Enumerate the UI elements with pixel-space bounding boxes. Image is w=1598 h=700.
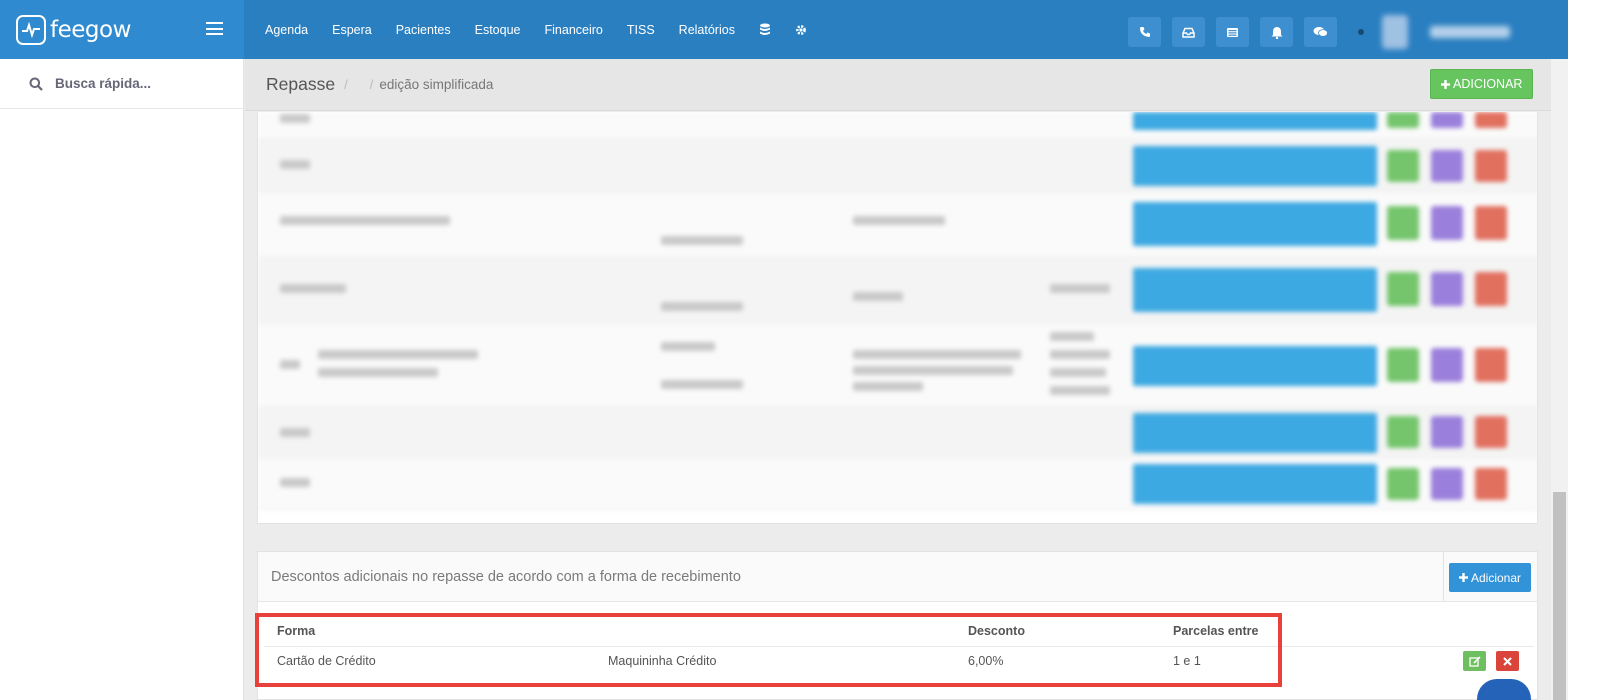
menu-toggle-icon[interactable] <box>206 22 223 35</box>
status-dot <box>1358 29 1364 35</box>
list-icon[interactable] <box>1216 17 1249 47</box>
column-header-forma: Forma <box>277 624 316 638</box>
plus-icon <box>1459 573 1468 582</box>
logo-pulse-icon <box>16 14 46 45</box>
nav-relatorios[interactable]: Relatórios <box>679 23 735 37</box>
nav-agenda[interactable]: Agenda <box>265 23 308 37</box>
page-title: Repasse <box>266 74 336 94</box>
scrollbar-thumb[interactable] <box>1553 492 1566 700</box>
quick-search[interactable]: Busca rápida... <box>0 59 243 109</box>
nav-espera[interactable]: Espera <box>332 23 372 37</box>
column-header-parcelas: Parcelas entre <box>1173 624 1259 638</box>
table-row <box>258 258 1537 324</box>
nav-financeiro[interactable]: Financeiro <box>545 23 603 37</box>
table-row <box>258 324 1537 408</box>
edit-row-button[interactable] <box>1463 651 1486 671</box>
add-desconto-label: Adicionar <box>1471 570 1522 585</box>
chat-widget-button[interactable] <box>1477 679 1531 700</box>
brand-name: feegow <box>50 16 131 43</box>
row-desconto: 6,00% <box>968 654 1004 668</box>
bell-icon[interactable] <box>1260 17 1293 47</box>
inbox-icon[interactable] <box>1172 17 1205 47</box>
row-parcelas: 1 e 1 <box>1173 654 1201 668</box>
table-row <box>258 408 1537 458</box>
add-desconto-button[interactable]: Adicionar <box>1449 563 1532 592</box>
descontos-panel-header: Descontos adicionais no repasse de acord… <box>258 552 1537 602</box>
table-row <box>258 192 1537 258</box>
search-icon <box>29 77 43 91</box>
chat-icon[interactable] <box>1304 17 1337 47</box>
breadcrumb-separator: / <box>344 77 348 92</box>
close-icon <box>1503 656 1512 666</box>
table-row <box>258 140 1537 192</box>
user-menu[interactable] <box>1382 14 1527 50</box>
edit-icon <box>1468 655 1481 667</box>
phone-icon[interactable] <box>1128 17 1161 47</box>
add-button-label: ADICIONAR <box>1453 77 1523 91</box>
column-header-desconto: Desconto <box>968 624 1025 638</box>
database-icon[interactable] <box>759 23 771 36</box>
top-actions <box>1128 14 1527 50</box>
table-row <box>258 112 1537 140</box>
page-header: Repasse / / edição simplificada ADICIONA… <box>245 59 1551 111</box>
nav-tiss[interactable]: TISS <box>627 23 655 37</box>
user-name-redacted <box>1430 26 1510 38</box>
plus-icon <box>1441 79 1450 89</box>
divider <box>264 646 1534 647</box>
table-row <box>258 458 1537 510</box>
brand-area: feegow <box>0 0 244 59</box>
sidebar: Busca rápida... <box>0 59 244 700</box>
breadcrumb: edição simplificada <box>379 77 494 92</box>
descontos-panel: Descontos adicionais no repasse de acord… <box>257 551 1538 700</box>
top-navbar: feegow Agenda Espera Pacientes Estoque F… <box>0 0 1598 59</box>
row-forma: Cartão de Crédito <box>277 654 376 668</box>
blurred-rows <box>258 112 1537 523</box>
nav-estoque[interactable]: Estoque <box>475 23 521 37</box>
avatar <box>1382 15 1408 49</box>
breadcrumb-separator: / <box>369 77 374 92</box>
main-nav: Agenda Espera Pacientes Estoque Financei… <box>265 0 831 59</box>
row-conta: Maquininha Crédito <box>608 654 717 668</box>
window-edge <box>1568 0 1598 700</box>
divider <box>1443 552 1444 602</box>
nav-pacientes[interactable]: Pacientes <box>396 23 451 37</box>
gear-icon[interactable] <box>795 24 807 36</box>
search-placeholder: Busca rápida... <box>55 76 152 91</box>
descontos-title: Descontos adicionais no repasse de acord… <box>271 568 741 585</box>
repasse-table-blurred <box>257 112 1538 524</box>
add-button[interactable]: ADICIONAR <box>1430 69 1534 99</box>
delete-row-button[interactable] <box>1496 651 1519 671</box>
